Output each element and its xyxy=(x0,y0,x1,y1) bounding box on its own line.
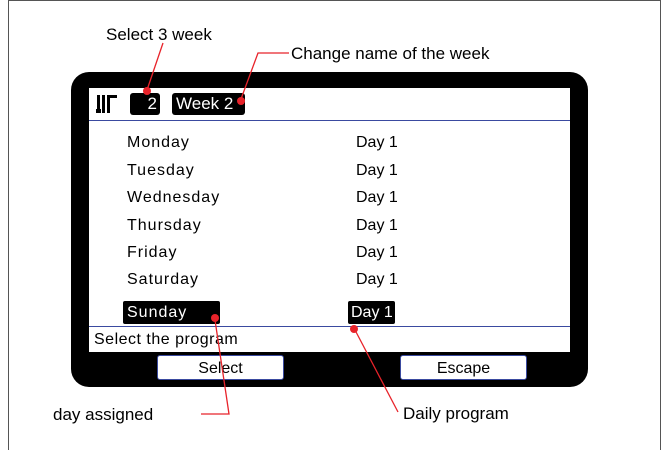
day-label-selected: Sunday xyxy=(123,301,221,324)
callout-change-name: Change name of the week xyxy=(291,44,490,63)
callout-day-assigned: day assigned xyxy=(53,405,154,424)
day-row[interactable]: Wednesday Day 1 xyxy=(89,186,570,210)
screen-header: 2 Week 2 xyxy=(89,88,570,121)
day-row-selected[interactable]: Sunday Day 1 xyxy=(89,301,570,325)
program-value: Day 1 xyxy=(356,217,398,234)
select-button[interactable]: Select xyxy=(157,355,284,380)
status-bar: Select the program xyxy=(89,326,570,352)
program-value: Day 1 xyxy=(356,134,398,151)
day-label: Tuesday xyxy=(127,162,195,179)
day-row[interactable]: Monday Day 1 xyxy=(89,131,570,155)
day-label: Saturday xyxy=(127,271,200,288)
device-screen: 2 Week 2 Monday Day 1 Tuesday Day 1 Wedn… xyxy=(89,88,570,352)
day-label: Friday xyxy=(127,244,178,261)
program-value: Day 1 xyxy=(356,162,398,179)
escape-button[interactable]: Escape xyxy=(400,355,527,380)
day-label: Thursday xyxy=(127,217,202,234)
week-number-field[interactable]: 2 xyxy=(130,93,160,115)
day-row[interactable]: Thursday Day 1 xyxy=(89,214,570,238)
program-value-selected: Day 1 xyxy=(348,301,395,324)
day-row[interactable]: Saturday Day 1 xyxy=(89,268,570,292)
day-row[interactable]: Friday Day 1 xyxy=(89,241,570,265)
day-label: Monday xyxy=(127,134,190,151)
thermostat-logo-icon xyxy=(96,95,117,113)
program-value: Day 1 xyxy=(356,189,398,206)
callout-daily-program: Daily program xyxy=(403,404,509,423)
program-value: Day 1 xyxy=(356,244,398,261)
callout-select-week: Select 3 week xyxy=(106,25,212,44)
day-label: Wednesday xyxy=(127,189,221,206)
program-value: Day 1 xyxy=(356,271,398,288)
week-name-field[interactable]: Week 2 xyxy=(172,93,245,115)
day-row[interactable]: Tuesday Day 1 xyxy=(89,159,570,183)
